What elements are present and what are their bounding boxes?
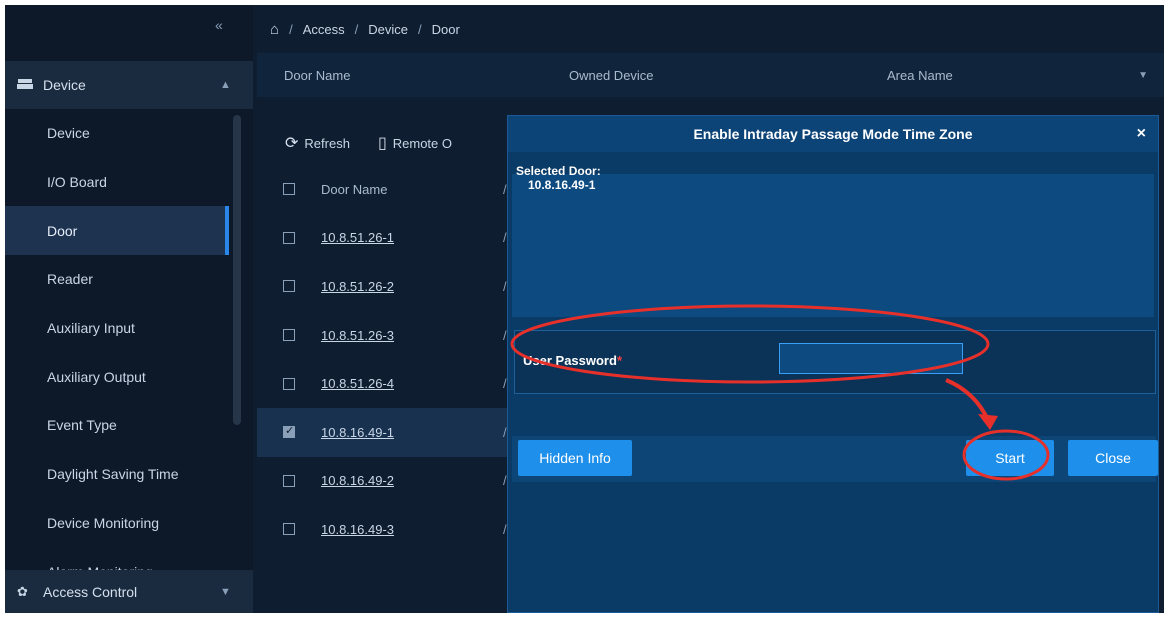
password-panel: User Password* <box>514 330 1156 394</box>
door-name-link[interactable]: 10.8.16.49-3 <box>321 522 394 537</box>
home-icon[interactable]: ⌂ <box>270 21 279 38</box>
table-row[interactable]: 10.8.16.49-2 / <box>257 457 517 506</box>
breadcrumb-device[interactable]: Device <box>368 22 408 37</box>
sidebar-group-device[interactable]: Device ▲ <box>5 61 253 109</box>
sidebar: « Device ▲ Device I/O Board Door Reader … <box>5 5 253 613</box>
sidebar-group-label: Access Control <box>43 583 138 600</box>
hidden-info-button[interactable]: Hidden Info <box>518 440 632 476</box>
door-name-link[interactable]: 10.8.51.26-3 <box>321 328 394 343</box>
row-checkbox[interactable] <box>283 474 295 487</box>
selected-door-box <box>512 174 1154 317</box>
column-header-door-name[interactable]: Door Name <box>321 182 387 197</box>
sidebar-scrollbar[interactable] <box>233 115 241 425</box>
app-window: « Device ▲ Device I/O Board Door Reader … <box>5 5 1164 613</box>
filter-bar: Door Name Owned Device Area Name ▼ <box>257 53 1164 97</box>
sidebar-item-io-board[interactable]: I/O Board <box>5 158 253 207</box>
select-all-checkbox[interactable] <box>283 183 295 196</box>
row-checkbox[interactable] <box>283 523 295 536</box>
breadcrumb-access[interactable]: Access <box>303 22 345 37</box>
close-icon[interactable]: × <box>1137 125 1146 143</box>
breadcrumb-separator: / <box>289 22 293 37</box>
refresh-label: Refresh <box>304 135 350 151</box>
chevron-down-icon[interactable]: ▼ <box>1138 70 1148 81</box>
table-row[interactable]: 10.8.16.49-3 / <box>257 505 517 554</box>
door-icon: ▯ <box>377 135 387 152</box>
sidebar-group-label: Device <box>43 77 86 93</box>
password-label: User Password* <box>523 353 622 368</box>
door-name-link[interactable]: 10.8.51.26-4 <box>321 376 394 391</box>
breadcrumb-separator: / <box>354 22 359 37</box>
table-row[interactable]: 10.8.51.26-1 / <box>257 214 517 263</box>
row-checkbox[interactable] <box>283 329 295 342</box>
remote-open-label: Remote O <box>392 135 452 151</box>
sidebar-item-device-monitoring[interactable]: Device Monitoring <box>5 499 253 548</box>
selected-door-label: Selected Door: <box>516 164 601 178</box>
table-row[interactable]: 10.8.51.26-3 / <box>257 311 517 360</box>
chevron-up-icon: ▲ <box>220 79 231 91</box>
sidebar-item-alarm-monitoring[interactable]: Alarm Monitoring <box>5 547 253 570</box>
sidebar-item-auxiliary-input[interactable]: Auxiliary Input <box>5 304 253 353</box>
table-header-row: Door Name / <box>257 165 517 214</box>
dialog-title: Enable Intraday Passage Mode Time Zone <box>693 126 973 142</box>
row-checkbox-checked[interactable] <box>283 424 295 439</box>
collapse-sidebar-button[interactable]: « <box>215 17 223 33</box>
gear-icon: ✿ <box>17 583 28 599</box>
chevron-down-icon: ▼ <box>220 585 231 598</box>
door-table: Door Name / 10.8.51.26-1 / 10.8.51.26-2 … <box>257 165 517 554</box>
table-row[interactable]: 10.8.51.26-4 / <box>257 359 517 408</box>
sidebar-item-auxiliary-output[interactable]: Auxiliary Output <box>5 352 253 401</box>
row-checkbox[interactable] <box>283 280 295 293</box>
door-name-link[interactable]: 10.8.51.26-1 <box>321 230 394 245</box>
sidebar-item-event-type[interactable]: Event Type <box>5 401 253 450</box>
refresh-button[interactable]: ⟳ Refresh <box>285 133 350 153</box>
required-mark: * <box>616 353 622 368</box>
dialog-header: Enable Intraday Passage Mode Time Zone × <box>508 116 1158 152</box>
refresh-icon: ⟳ <box>285 135 299 152</box>
row-checkbox[interactable] <box>283 231 295 244</box>
door-name-link[interactable]: 10.8.16.49-1 <box>321 425 394 440</box>
table-row[interactable]: 10.8.51.26-2 / <box>257 262 517 311</box>
table-row-selected[interactable]: 10.8.16.49-1 / <box>257 407 517 457</box>
door-name-link[interactable]: 10.8.16.49-2 <box>321 473 394 488</box>
door-name-link[interactable]: 10.8.51.26-2 <box>321 279 394 294</box>
sidebar-item-door[interactable]: Door <box>5 206 229 256</box>
device-icon <box>17 78 35 93</box>
sidebar-item-device[interactable]: Device <box>5 109 253 158</box>
sidebar-item-daylight-saving-time[interactable]: Daylight Saving Time <box>5 450 253 499</box>
filter-owned-device[interactable]: Owned Device <box>569 68 654 83</box>
filter-door-name[interactable]: Door Name <box>284 68 350 83</box>
row-checkbox[interactable] <box>283 377 295 390</box>
start-button[interactable]: Start <box>966 440 1054 476</box>
passage-mode-dialog: Enable Intraday Passage Mode Time Zone ×… <box>507 115 1159 613</box>
selected-door-value: 10.8.16.49-1 <box>528 178 596 192</box>
breadcrumb-separator: / <box>417 22 422 37</box>
remote-open-button[interactable]: ▯ Remote O <box>378 133 452 153</box>
password-input[interactable] <box>779 343 963 374</box>
breadcrumb-door: Door <box>431 22 460 37</box>
sidebar-group-access-control[interactable]: ✿ Access Control ▼ <box>5 570 253 613</box>
filter-area-name[interactable]: Area Name <box>887 68 953 83</box>
sidebar-nav-list: Device I/O Board Door Reader Auxiliary I… <box>5 109 253 570</box>
toolbar: ⟳ Refresh ▯ Remote O <box>285 133 480 153</box>
breadcrumb: ⌂ / Access / Device / Door <box>270 21 460 38</box>
sidebar-item-reader[interactable]: Reader <box>5 255 253 304</box>
close-button[interactable]: Close <box>1068 440 1158 476</box>
